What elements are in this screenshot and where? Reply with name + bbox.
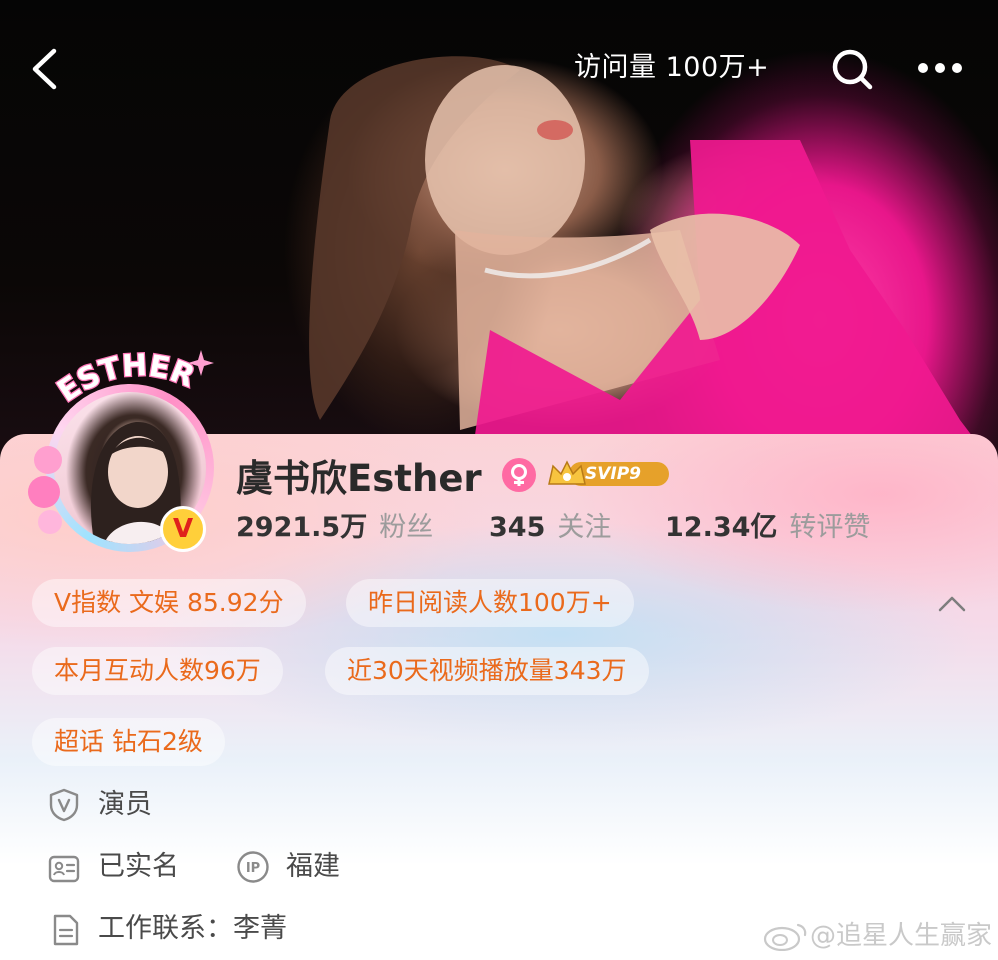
visit-count: 访问量 100万+ (574, 52, 770, 83)
verified-badge[interactable]: V (160, 506, 206, 552)
stat-label: 转评赞 (789, 512, 871, 543)
occupation-text: 演员 (98, 789, 152, 820)
female-icon (511, 464, 527, 486)
search-icon (832, 49, 873, 90)
stat-label: 关注 (557, 512, 612, 543)
tag-monthly-interactions[interactable]: 本月互动人数96万 (32, 647, 283, 695)
stat-value: 2921.5万 (236, 512, 368, 543)
contact-text: 工作联系：李菁 (98, 913, 287, 944)
verified-letter: V (172, 514, 194, 544)
flower-decoration-icon (28, 446, 62, 534)
tag-super-topic[interactable]: 超话 钻石2级 (32, 718, 225, 766)
svip-label: SVIP9 (585, 464, 642, 484)
weibo-logo-icon (763, 923, 807, 951)
avatar-frame[interactable]: ESTHER V (26, 344, 226, 554)
more-icon (918, 63, 962, 73)
stat-following[interactable]: 345 关注 (489, 506, 611, 550)
stat-fans[interactable]: 2921.5万 粉丝 (236, 506, 433, 550)
id-card-icon (48, 855, 80, 883)
female-badge (502, 458, 536, 492)
location-text: 福建 (286, 851, 340, 882)
stat-value: 345 (489, 512, 546, 543)
profile-name: 虞书欣Esther (236, 457, 482, 500)
watermark-text: @追星人生赢家 (810, 921, 993, 951)
more-button[interactable] (914, 50, 966, 86)
back-button[interactable] (22, 44, 66, 94)
svip-badge[interactable]: SVIP9 (547, 458, 671, 490)
ip-location-icon: IP (237, 851, 269, 883)
stat-interactions[interactable]: 12.34亿 转评赞 (665, 506, 870, 550)
collapse-button[interactable] (932, 586, 972, 620)
real-name-text: 已实名 (98, 851, 179, 882)
svg-text:IP: IP (246, 861, 260, 876)
document-icon (53, 914, 79, 946)
back-icon (32, 48, 57, 90)
stat-value: 12.34亿 (665, 512, 778, 543)
shield-icon (49, 788, 79, 822)
chevron-up-icon (938, 596, 966, 612)
search-button[interactable] (828, 45, 876, 93)
stat-label: 粉丝 (379, 512, 434, 543)
sparkle-icon (188, 350, 214, 376)
tag-v-index[interactable]: V指数 文娱 85.92分 (32, 579, 306, 627)
tag-yesterday-reads[interactable]: 昨日阅读人数100万+ (346, 579, 634, 627)
tag-video-plays[interactable]: 近30天视频播放量343万 (325, 647, 649, 695)
